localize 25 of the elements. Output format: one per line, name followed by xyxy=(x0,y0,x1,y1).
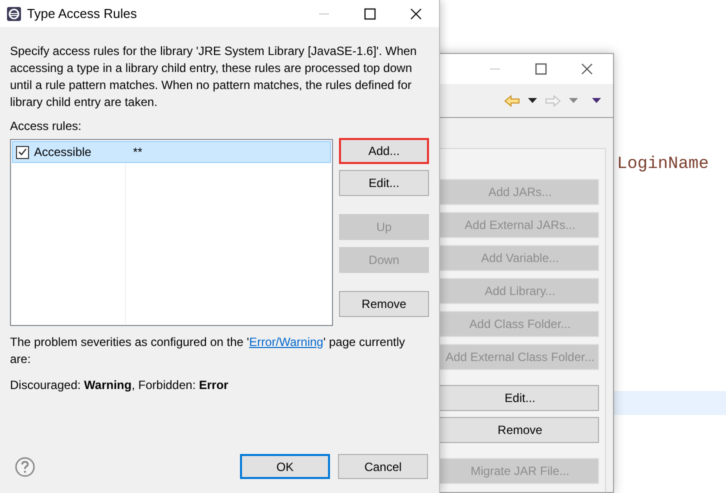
maximize-icon[interactable] xyxy=(535,63,547,75)
rule-button[interactable]: Remove xyxy=(339,291,429,317)
maximize-icon[interactable] xyxy=(364,8,376,20)
rule-pattern: ** xyxy=(132,144,142,161)
caret-icon[interactable] xyxy=(528,98,537,103)
rule-button[interactable]: Edit... xyxy=(339,170,429,196)
app-icon xyxy=(7,6,21,20)
severity-note: The problem severities as configured on the 'Error/Warning' page currently are: xyxy=(10,334,406,368)
window-title: Type Access Rules xyxy=(27,4,137,23)
code-text: LoginName xyxy=(617,154,709,176)
error-warning-link[interactable]: Error/Warning xyxy=(249,335,324,349)
help-icon[interactable] xyxy=(15,456,35,476)
rule-kind: Accessible xyxy=(34,144,92,161)
severity-levels: Discouraged: Warning, Forbidden: Error xyxy=(10,377,230,394)
dialog-button[interactable]: OK xyxy=(240,454,330,479)
list-label: Access rules: xyxy=(10,118,82,135)
rule-button[interactable]: Add... xyxy=(339,138,429,164)
description-text: Specify access rules for the library 'JRE System Library [JavaSE-1.6]'. When accessing a type in a library child entry, these rules are processed top down until a rule pattern matches. When no pattern matches, the rules defined for library child entry are taken. xyxy=(10,43,418,111)
dialog-button[interactable]: Cancel xyxy=(338,454,428,479)
close-icon[interactable] xyxy=(410,8,422,20)
caret-icon[interactable] xyxy=(592,98,601,103)
rule-row[interactable]: Accessible ** xyxy=(12,141,331,163)
checkbox[interactable] xyxy=(16,146,29,158)
close-icon[interactable] xyxy=(581,63,593,75)
checkmark-icon xyxy=(18,148,27,156)
